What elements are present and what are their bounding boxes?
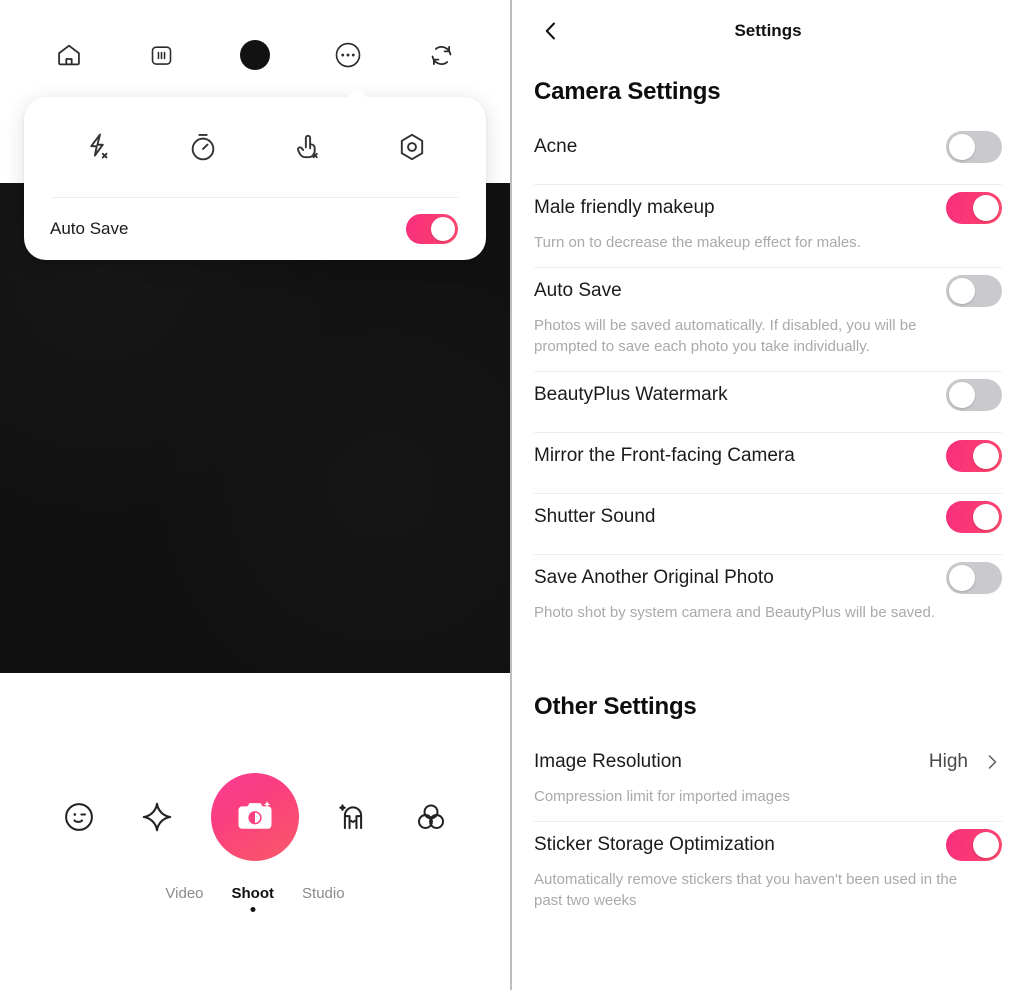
mode-tab-video[interactable]: Video bbox=[165, 885, 203, 912]
setting-value-image-resolution: High bbox=[928, 751, 968, 772]
camera-options-dropdown: Auto Save bbox=[24, 88, 486, 260]
setting-description: Photo shot by system camera and BeautyPl… bbox=[534, 603, 936, 621]
setting-label: BeautyPlus Watermark bbox=[534, 383, 728, 405]
flash-off-icon[interactable] bbox=[72, 121, 124, 173]
section-title-camera-settings: Camera Settings bbox=[534, 78, 721, 105]
toggle-knob bbox=[973, 832, 999, 859]
home-icon[interactable] bbox=[46, 32, 92, 78]
setting-toggle-acne[interactable] bbox=[946, 131, 1002, 163]
setting-row-save-another-original-photo[interactable]: Save Another Original Photo Photo shot b… bbox=[534, 555, 1002, 637]
toggle-knob bbox=[973, 503, 999, 530]
setting-toggle-shutter-sound[interactable] bbox=[946, 500, 1002, 533]
toggle-knob bbox=[949, 134, 975, 160]
setting-row-auto-save[interactable]: Auto Save Photos will be saved automatic… bbox=[534, 268, 1002, 371]
setting-toggle-male-friendly-makeup[interactable] bbox=[946, 192, 1002, 224]
more-options-icon[interactable] bbox=[325, 32, 371, 78]
setting-label: Save Another Original Photo bbox=[534, 566, 774, 588]
section-title-other-settings: Other Settings bbox=[534, 693, 697, 720]
shutter-button[interactable] bbox=[211, 773, 299, 861]
lens-filter-icon[interactable] bbox=[386, 121, 438, 173]
camera-pane: Auto Save Video Shoot Studio bbox=[0, 0, 510, 990]
setting-label: Auto Save bbox=[534, 280, 622, 302]
settings-body: Camera Settings Acne Male friendly makeu… bbox=[512, 62, 1024, 925]
timer-icon[interactable] bbox=[177, 121, 229, 173]
setting-row-beautyplus-watermark[interactable]: BeautyPlus Watermark bbox=[534, 372, 1002, 432]
setting-toggle-mirror-front-camera[interactable] bbox=[946, 439, 1002, 472]
setting-toggle-auto-save[interactable] bbox=[946, 275, 1002, 308]
chevron-right-icon[interactable] bbox=[982, 752, 1002, 772]
aspect-ratio-icon[interactable] bbox=[139, 32, 185, 78]
dropdown-auto-save-toggle[interactable] bbox=[406, 214, 458, 244]
toggle-knob bbox=[949, 564, 975, 591]
camera-tool-row bbox=[0, 773, 510, 861]
mode-tab-label: Video bbox=[165, 885, 204, 902]
active-mode-dot bbox=[250, 907, 256, 912]
settings-pane: Settings Camera Settings Acne Male frien… bbox=[510, 0, 1024, 990]
dropdown-icon-row bbox=[24, 97, 486, 197]
settings-title: Settings bbox=[734, 21, 802, 40]
setting-label: Sticker Storage Optimization bbox=[534, 834, 775, 856]
setting-row-male-friendly-makeup[interactable]: Male friendly makeup Turn on to decrease… bbox=[534, 185, 1002, 267]
mode-tab-label: Shoot bbox=[231, 885, 275, 902]
beautify-face-icon[interactable] bbox=[55, 793, 103, 841]
shutter-dot-icon[interactable] bbox=[232, 32, 278, 78]
settings-header: Settings bbox=[512, 0, 1024, 62]
setting-row-shutter-sound[interactable]: Shutter Sound bbox=[534, 494, 1002, 554]
setting-label: Acne bbox=[534, 136, 578, 157]
dropdown-auto-save-label: Auto Save bbox=[50, 219, 129, 238]
setting-row-sticker-storage-optimization[interactable]: Sticker Storage Optimization Automatical… bbox=[534, 822, 1002, 925]
setting-row-acne[interactable]: Acne bbox=[534, 124, 1002, 184]
setting-description: Turn on to decrease the makeup effect fo… bbox=[534, 234, 861, 251]
setting-label: Image Resolution bbox=[534, 751, 682, 772]
camera-top-toolbar bbox=[0, 0, 510, 110]
filters-icon[interactable] bbox=[407, 793, 455, 841]
retouch-sparkle-icon[interactable] bbox=[133, 793, 181, 841]
setting-label: Shutter Sound bbox=[534, 505, 656, 527]
chevron-left-icon[interactable] bbox=[534, 14, 568, 48]
toggle-knob bbox=[949, 381, 975, 408]
mode-tab-studio[interactable]: Studio bbox=[302, 885, 345, 912]
app-screen: Auto Save Video Shoot Studio Settings Ca… bbox=[0, 0, 1024, 990]
toggle-knob bbox=[973, 195, 999, 221]
camera-bottom-bar: Video Shoot Studio bbox=[0, 673, 510, 990]
touch-shoot-off-icon[interactable] bbox=[281, 121, 333, 173]
setting-row-mirror-front-camera[interactable]: Mirror the Front-facing Camera bbox=[534, 433, 1002, 493]
setting-label: Mirror the Front-facing Camera bbox=[534, 444, 795, 466]
setting-toggle-save-another-original-photo[interactable] bbox=[946, 561, 1002, 594]
setting-row-image-resolution[interactable]: Image Resolution High Compression limit … bbox=[534, 739, 1002, 821]
camera-mode-tabs: Video Shoot Studio bbox=[0, 885, 510, 912]
setting-description: Compression limit for imported images bbox=[534, 788, 790, 805]
camera-flip-icon[interactable] bbox=[418, 32, 464, 78]
sticker-avatar-icon[interactable] bbox=[329, 793, 377, 841]
setting-toggle-sticker-storage-optimization[interactable] bbox=[946, 829, 1002, 862]
setting-description: Automatically remove stickers that you h… bbox=[534, 871, 958, 909]
toggle-knob bbox=[431, 217, 455, 241]
mode-tab-label: Studio bbox=[302, 885, 345, 902]
setting-toggle-beautyplus-watermark[interactable] bbox=[946, 378, 1002, 411]
setting-label: Male friendly makeup bbox=[534, 197, 715, 218]
mode-tab-shoot[interactable]: Shoot bbox=[231, 885, 275, 912]
toggle-knob bbox=[973, 442, 999, 469]
dropdown-auto-save-row[interactable]: Auto Save bbox=[24, 198, 486, 260]
setting-description: Photos will be saved automatically. If d… bbox=[534, 317, 917, 355]
toggle-knob bbox=[949, 278, 975, 305]
